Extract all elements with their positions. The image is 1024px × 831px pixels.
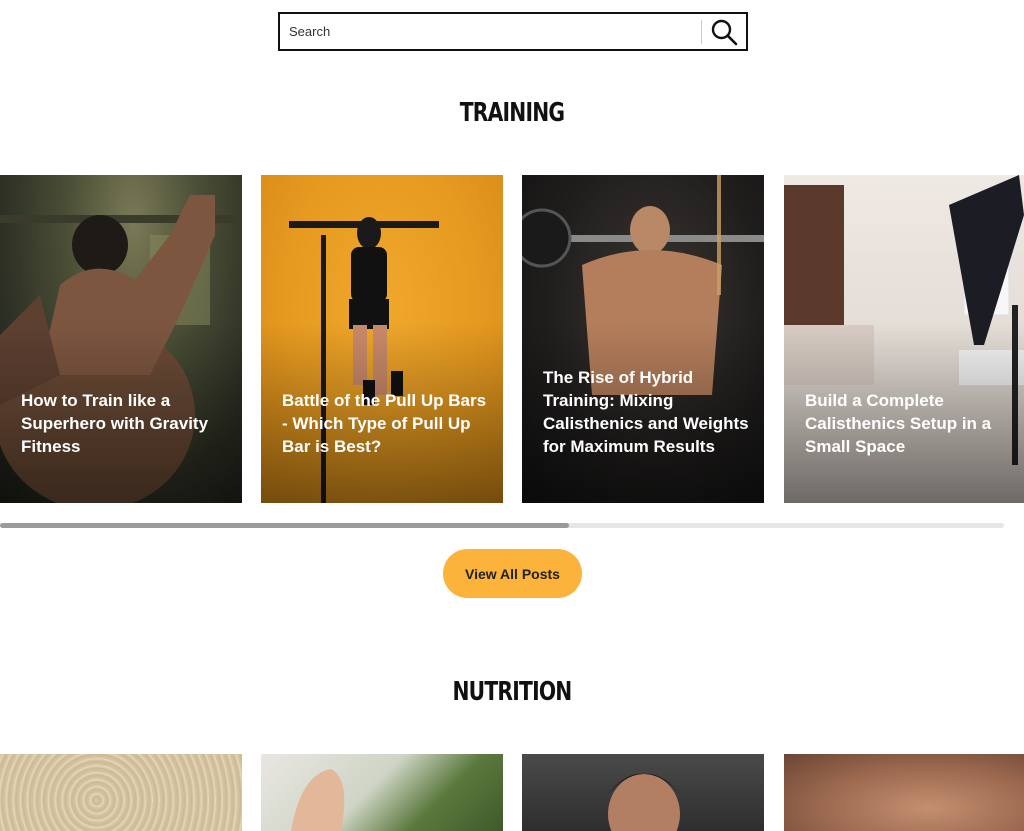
search-bar: [278, 12, 748, 51]
post-card-pull-up-bars[interactable]: Battle of the Pull Up Bars - Which Type …: [261, 175, 503, 503]
search-icon: [711, 19, 738, 45]
post-card-hybrid-training[interactable]: The Rise of Hybrid Training: Mixing Cali…: [522, 175, 764, 503]
training-heading: TRAINING: [459, 98, 565, 128]
post-card-superhero[interactable]: How to Train like a Superhero with Gravi…: [0, 175, 242, 503]
nutrition-card-plant[interactable]: [261, 754, 503, 831]
post-title: Battle of the Pull Up Bars - Which Type …: [282, 391, 487, 456]
post-title: The Rise of Hybrid Training: Mixing Cali…: [543, 368, 749, 456]
carousel-scrollbar[interactable]: [0, 523, 1004, 528]
carousel-scrollbar-thumb[interactable]: [0, 523, 569, 528]
post-title: How to Train like a Superhero with Gravi…: [21, 391, 209, 456]
view-all-posts-button[interactable]: View All Posts: [443, 549, 582, 598]
post-card-small-space[interactable]: Build a Complete Calisthenics Setup in a…: [784, 175, 1024, 503]
search-input[interactable]: [280, 14, 701, 49]
nutrition-heading: NUTRITION: [452, 677, 572, 707]
nutrition-image-physique: [784, 754, 1024, 831]
nutrition-image-oats: [0, 754, 242, 831]
nutrition-card-man[interactable]: [522, 754, 764, 831]
search-button[interactable]: [702, 14, 746, 49]
nutrition-card-oats[interactable]: [0, 754, 242, 831]
nutrition-card-physique[interactable]: [784, 754, 1024, 831]
post-title: Build a Complete Calisthenics Setup in a…: [805, 391, 992, 456]
